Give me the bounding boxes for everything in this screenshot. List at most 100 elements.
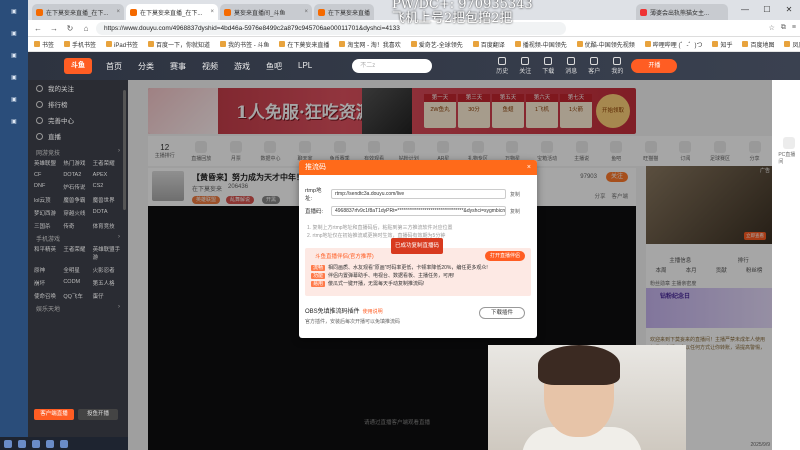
minimize-icon[interactable]: — xyxy=(734,0,756,20)
bookmark-item[interactable]: 百度地图 xyxy=(742,40,774,49)
mobile-category[interactable]: 全明星 xyxy=(63,266,92,274)
stream-key-field[interactable]: 4968837rfv9c1f8aT1dyPRt=****************… xyxy=(331,206,506,216)
extension-icon[interactable]: ⧉ xyxy=(781,24,786,32)
close-icon[interactable]: × xyxy=(210,9,214,15)
nav-item[interactable]: 首页 xyxy=(106,61,122,72)
bookmark-item[interactable]: 百度翻译 xyxy=(472,40,505,49)
mobile-category[interactable]: 崩坏 xyxy=(34,279,63,287)
client-live-button[interactable]: 客户端直播 xyxy=(34,409,74,420)
mobile-category[interactable]: 蛋仔 xyxy=(93,292,122,300)
game-category[interactable]: 热门游戏 xyxy=(63,159,92,167)
bookmark-item[interactable]: 手机书签 xyxy=(64,40,96,49)
back-icon[interactable]: ← xyxy=(32,24,44,33)
game-category[interactable]: 体育竞技 xyxy=(93,222,122,230)
menu-icon[interactable]: ≡ xyxy=(792,24,796,32)
game-category[interactable]: 传奇 xyxy=(63,222,92,230)
download-plugin-button[interactable]: 下载插件 xyxy=(479,307,525,319)
header-action[interactable]: 消息 xyxy=(565,57,577,75)
bookmark-item[interactable]: 百度一下，你就知道 xyxy=(148,40,210,49)
bookmark-item[interactable]: 凤凰网 (凤凰新媒体) xyxy=(784,40,800,49)
sidebar-item[interactable]: 直播 xyxy=(28,128,128,144)
home-icon[interactable]: ⌂ xyxy=(80,24,92,33)
star-icon[interactable]: ☆ xyxy=(769,24,775,32)
game-category[interactable]: 炉石传说 xyxy=(63,183,92,191)
more-icon[interactable]: › xyxy=(118,234,120,243)
browser-tab[interactable]: 莫妄来直播间_斗鱼 × xyxy=(220,4,312,20)
more-icon[interactable]: › xyxy=(118,148,120,157)
bookmark-item[interactable]: 知乎 xyxy=(712,40,732,49)
mobile-category[interactable]: QQ飞车 xyxy=(63,292,92,300)
open-companion-button[interactable]: 打开直播伴侣 xyxy=(485,251,525,261)
mobile-category[interactable]: 第五人格 xyxy=(93,279,122,287)
room-tool[interactable]: PC直播间 xyxy=(778,137,800,165)
close-icon[interactable]: × xyxy=(116,9,120,15)
close-icon[interactable]: × xyxy=(304,9,308,15)
start-live-button[interactable]: 开播 xyxy=(631,59,678,73)
mobile-category[interactable]: 火影忍者 xyxy=(93,266,122,274)
bookmark-item[interactable]: 爱奇艺-全球领先 xyxy=(410,40,463,49)
desktop-icon[interactable]: ▣ xyxy=(4,118,24,134)
game-category[interactable]: CF xyxy=(34,172,63,178)
nav-item[interactable]: 赛事 xyxy=(170,61,186,72)
header-action[interactable]: 下载 xyxy=(542,57,554,75)
close-icon[interactable]: × xyxy=(527,160,531,175)
nav-item[interactable]: 游戏 xyxy=(234,61,250,72)
bookmark-item[interactable]: 淘宝网 - 淘！我喜欢 xyxy=(339,40,401,49)
app-icon[interactable] xyxy=(18,439,26,448)
sidebar-item[interactable]: 我的关注 xyxy=(28,80,128,96)
game-category[interactable]: CS2 xyxy=(93,183,122,191)
browser-tab[interactable]: 薄婆会出轨熊猫女主... xyxy=(636,4,728,20)
start-icon[interactable] xyxy=(4,439,12,448)
mobile-category[interactable]: CODM xyxy=(63,279,92,287)
mobile-category[interactable]: 英雄联盟手游 xyxy=(93,245,122,261)
game-category[interactable]: lol云顶 xyxy=(34,196,63,204)
copy-key-button[interactable]: 复制 xyxy=(510,208,520,215)
app-icon[interactable] xyxy=(46,439,54,448)
douyu-logo[interactable]: 斗鱼 xyxy=(64,58,92,74)
desktop-icon[interactable]: ▣ xyxy=(4,8,24,24)
mobile-category[interactable]: 使命召唤 xyxy=(34,292,63,300)
maximize-icon[interactable]: ☐ xyxy=(756,0,778,20)
bookmark-item[interactable]: 播视频-中国领先 xyxy=(514,40,567,49)
sidebar-scrollbar[interactable] xyxy=(123,90,126,210)
app-icon[interactable] xyxy=(32,439,40,448)
header-action[interactable]: 关注 xyxy=(519,57,531,75)
reload-icon[interactable]: ↻ xyxy=(64,24,76,33)
game-category[interactable]: APEX xyxy=(93,172,122,178)
sidebar-item[interactable]: 排行榜 xyxy=(28,96,128,112)
game-category[interactable]: DOTA xyxy=(93,209,122,217)
header-action[interactable]: 客户 xyxy=(588,57,600,75)
bookmark-item[interactable]: 书签 xyxy=(34,40,54,49)
sidebar-item[interactable]: 完善中心 xyxy=(28,112,128,128)
mobile-category[interactable]: 和平精英 xyxy=(34,245,63,261)
mobile-category[interactable]: 原神 xyxy=(34,266,63,274)
game-category[interactable]: 魔兽争霸 xyxy=(63,196,92,204)
app-icon[interactable] xyxy=(60,439,68,448)
game-category[interactable]: 三国杀 xyxy=(34,222,63,230)
desktop-icon[interactable]: ▣ xyxy=(4,52,24,68)
close-icon[interactable]: ✕ xyxy=(778,0,800,20)
game-category[interactable]: 英雄联盟 xyxy=(34,159,63,167)
bookmark-item[interactable]: 我的书签 - 斗鱼 xyxy=(220,40,269,49)
bookmark-item[interactable]: iPad书签 xyxy=(106,40,138,49)
mobile-category[interactable]: 王者荣耀 xyxy=(63,245,92,261)
header-action[interactable]: 历史 xyxy=(496,57,508,75)
desktop-icon[interactable]: ▣ xyxy=(4,74,24,90)
bookmark-item[interactable]: 在下莫妄来直播 xyxy=(279,40,329,49)
header-action[interactable]: 我的 xyxy=(611,57,623,75)
bookmark-item[interactable]: 哔哩哔哩 (゜-゜)つ xyxy=(644,40,702,49)
game-category[interactable]: DNF xyxy=(34,183,63,191)
game-category[interactable]: 王者荣耀 xyxy=(93,159,122,167)
desktop-icon[interactable]: ▣ xyxy=(4,96,24,112)
game-category[interactable]: 穿越火线 xyxy=(63,209,92,217)
nav-item[interactable]: 鱼吧 xyxy=(266,61,282,72)
copy-rtmp-button[interactable]: 复制 xyxy=(510,191,520,198)
bookmark-item[interactable]: 优酷-中国领先视频 xyxy=(576,40,635,49)
browser-tab[interactable]: 在下莫妄来直播_在下... × xyxy=(32,4,124,20)
forward-icon[interactable]: → xyxy=(48,24,60,33)
browser-tab[interactable]: 在下莫妄来直播 xyxy=(314,4,374,20)
nav-item[interactable]: 分类 xyxy=(138,61,154,72)
more-icon[interactable]: › xyxy=(118,304,120,313)
game-category[interactable]: DOTA2 xyxy=(63,172,92,178)
game-category[interactable]: 魔兽世界 xyxy=(93,196,122,204)
